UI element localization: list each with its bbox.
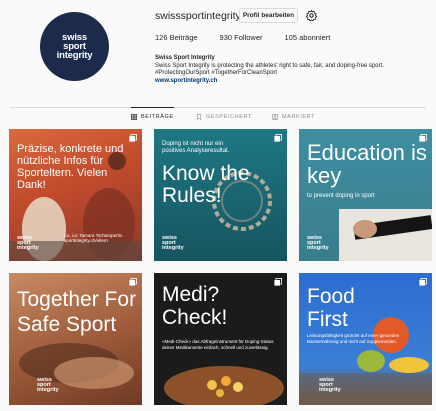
profile-tabs: BEITRÄGE GESPEICHERT MARKIERT — [0, 107, 436, 126]
bio-name: Swiss Sport Integrity — [155, 55, 215, 61]
post-logo: swiss sport integrity — [37, 377, 59, 393]
post-intro: Doping ist nicht nur ein positives Analy… — [162, 141, 230, 154]
profile-header: swiss sport integrity swisssportintegrit… — [0, 0, 436, 103]
gear-icon[interactable] — [305, 9, 318, 22]
carousel-icon — [129, 134, 137, 142]
post-know-the-rules[interactable]: Doping ist nicht nur ein positives Analy… — [154, 129, 287, 261]
post-logo-text: integrity — [162, 245, 184, 251]
post-headline: Together For Safe Sport — [17, 288, 137, 336]
followers-count[interactable]: 930 Follower — [220, 33, 263, 42]
post-logo-text: integrity — [319, 387, 341, 393]
bio-hashtags[interactable]: #ProtectingOurSport #TogetherForCleanSpo… — [155, 70, 425, 78]
following-count[interactable]: 105 abonniert — [285, 33, 331, 42]
post-logo-text: integrity — [37, 387, 59, 393]
post-headline: Präzise, konkrete und nützliche Infos fü… — [17, 143, 124, 191]
profile-stats: 126 Beiträge 930 Follower 105 abonniert — [155, 33, 330, 42]
bookmark-icon — [196, 114, 202, 120]
post-caption: to prevent doping in sport — [307, 193, 375, 199]
carousel-icon — [129, 278, 137, 286]
post-caption: Leistungsfähigkeit gründet auf einer ges… — [307, 333, 400, 344]
post-logo: swiss sport integrity — [319, 377, 341, 393]
post-logo: swiss sport integrity — [17, 235, 39, 251]
avatar-text-3: integrity — [56, 50, 93, 61]
posts-grid: Präzise, konkrete und nützliche Infos fü… — [9, 129, 433, 405]
post-headline: Medi? Check! — [162, 283, 228, 329]
bio-line: Swiss Sport Integrity is protecting the … — [155, 62, 384, 69]
post-logo: swiss sport integrity — [162, 235, 184, 251]
grid-icon — [131, 113, 137, 120]
carousel-icon — [274, 278, 282, 286]
edit-profile-button[interactable]: Profil bearbeiten — [239, 8, 298, 23]
avatar[interactable]: swiss sport integrity — [40, 12, 109, 81]
carousel-icon — [419, 278, 427, 286]
post-headline: Food First — [307, 285, 355, 331]
post-food-first[interactable]: Food First Leistungsfähigkeit gründet au… — [299, 273, 432, 405]
tab-saved-label: GESPEICHERT — [206, 114, 252, 120]
tagged-icon — [272, 114, 278, 120]
carousel-icon — [274, 134, 282, 142]
post-caption: «Medi-Check» das Abfrageinstrument für D… — [162, 339, 274, 350]
post-education[interactable]: Education is key to prevent doping in sp… — [299, 129, 432, 261]
post-caption: Lic. iur. Tamara Tschümperlin · sportint… — [64, 233, 125, 243]
tab-saved[interactable]: GESPEICHERT — [196, 108, 252, 126]
posts-count: 126 Beiträge — [155, 33, 198, 42]
tab-tagged-label: MARKIERT — [282, 114, 316, 120]
post-logo: swiss sport integrity — [307, 235, 329, 251]
post-parents[interactable]: Präzise, konkrete und nützliche Infos fü… — [9, 129, 142, 261]
tab-posts[interactable]: BEITRÄGE — [131, 107, 174, 125]
tab-posts-label: BEITRÄGE — [141, 113, 174, 120]
post-medi-check[interactable]: Medi? Check! «Medi-Check» das Abfrageins… — [154, 273, 287, 405]
post-logo-text: integrity — [307, 245, 329, 251]
post-headline: Education is key — [307, 140, 427, 188]
bio: Swiss Sport Integrity Swiss Sport Integr… — [155, 55, 425, 85]
post-logo-text: integrity — [17, 245, 39, 251]
bio-link[interactable]: www.sportintegrity.ch — [155, 78, 425, 86]
post-together[interactable]: Together For Safe Sport swiss sport inte… — [9, 273, 142, 405]
username: swisssportintegrity — [155, 10, 241, 22]
post-headline: Know the Rules! — [162, 162, 250, 207]
tab-tagged[interactable]: MARKIERT — [272, 108, 315, 126]
